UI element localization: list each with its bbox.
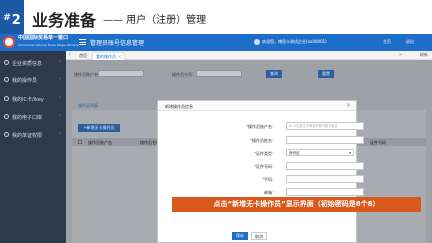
sidebar-item-label: 我的单证权限 xyxy=(12,133,43,139)
field-label: 操作员姓名： xyxy=(252,138,276,143)
card-icon xyxy=(4,96,9,101)
id-number-input[interactable] xyxy=(286,162,364,170)
operator-name-label: *操作员姓名： xyxy=(158,138,276,144)
add-operator-modal: 新增操作员信息 × *操作员账户名： 6-15位英文字母或字母与数字组合 *操作… xyxy=(157,100,364,243)
tab-bar: « 首页 我的操作员 × » 刷新 xyxy=(66,51,432,62)
sidebar-item-eport[interactable]: 我的电子口岸 ‹ xyxy=(0,109,66,124)
add-operator-button[interactable]: +新增无卡操作员 xyxy=(78,124,120,132)
app-topbar: 中国国际贸易单一窗口 China International Trade Sin… xyxy=(0,34,432,51)
reset-button[interactable]: 重置 xyxy=(318,70,334,78)
account-name-label: *操作员账户名： xyxy=(158,124,276,130)
mobile-label: *手机： xyxy=(158,177,276,183)
sidebar-item-label: 我的操作员 xyxy=(12,78,38,84)
user-icon xyxy=(4,77,9,82)
sidebar-item-label: 我的电子口岸 xyxy=(12,115,43,121)
column-header-account: 操作员账户名 xyxy=(88,140,112,145)
sidebar-item-qualification[interactable]: 企业资质信息 ‹ xyxy=(0,55,66,70)
field-label: 手机： xyxy=(264,177,276,182)
close-icon[interactable]: × xyxy=(346,102,351,109)
save-button[interactable]: 保存 xyxy=(232,232,248,240)
email-input[interactable] xyxy=(286,188,364,196)
field-label: 证件类型： xyxy=(256,151,276,156)
chevron-right-icon: ‹ xyxy=(59,76,61,82)
slide-number-badge: # 2 xyxy=(0,0,24,34)
field-label: 证件号码： xyxy=(256,164,276,169)
slide-title: 业务准备 xyxy=(32,11,97,30)
tab-label: 我的操作员 xyxy=(96,54,116,59)
operator-list-title: 操作员列表 xyxy=(78,103,98,108)
sidebar-item-label: 企业资质信息 xyxy=(12,61,43,67)
sidebar: 企业资质信息 ‹ 我的操作员 ‹ 我的IC卡/Ikey ‹ 我的电子口岸 ‹ 我… xyxy=(0,51,66,243)
id-type-value: 身份证 xyxy=(289,151,300,155)
exit-link[interactable]: 退出 xyxy=(406,39,414,45)
operator-name-filter-input[interactable] xyxy=(98,70,144,77)
sidebar-item-ic-card[interactable]: 我的IC卡/Ikey ‹ xyxy=(0,91,66,106)
chevron-down-icon: ▾ xyxy=(348,150,351,155)
chevron-right-icon: ‹ xyxy=(59,113,61,119)
column-header-id-number: 证件号码 xyxy=(370,140,386,145)
slide-hash: # xyxy=(3,13,11,23)
app-logo-icon xyxy=(3,36,15,48)
user-avatar-icon xyxy=(254,39,260,45)
menu-toggle-icon[interactable] xyxy=(79,39,86,45)
chevron-right-icon: ‹ xyxy=(59,59,61,65)
operator-id-filter-input[interactable] xyxy=(196,70,242,77)
slide-number: 2 xyxy=(11,13,21,28)
home-link[interactable]: 主页 xyxy=(383,39,391,45)
sidebar-item-label: 我的IC卡/Ikey xyxy=(12,97,44,103)
operator-name-input[interactable] xyxy=(286,136,364,144)
account-name-input[interactable]: 6-15位英文字母或字母与数字组合 xyxy=(286,122,364,130)
refresh-button[interactable]: 刷新 xyxy=(420,52,428,58)
query-button[interactable]: 查询 xyxy=(266,70,282,78)
modal-title: 新增操作员信息 xyxy=(165,104,193,109)
id-type-select[interactable]: 身份证 ▾ xyxy=(286,149,354,156)
chevron-right-icon: ‹ xyxy=(59,131,61,137)
tab-scroll-right-icon[interactable]: » xyxy=(399,52,402,58)
select-all-checkbox[interactable] xyxy=(78,140,82,144)
field-label: 操作员账户名： xyxy=(248,124,276,129)
tab-home[interactable]: 首页 xyxy=(76,52,90,60)
id-type-label: *证件类型： xyxy=(158,151,276,157)
cancel-button[interactable]: 取消 xyxy=(251,232,267,240)
system-title: 管理员账号信息管理 xyxy=(90,40,145,47)
slide-subtitle: —— 用户（注册）管理 xyxy=(103,15,207,26)
chevron-right-icon: ‹ xyxy=(59,95,61,101)
id-number-label: *证件号码： xyxy=(158,164,276,170)
key-icon xyxy=(4,132,9,137)
app-name-en: China International Trade Single Window xyxy=(18,43,79,47)
sidebar-item-operators[interactable]: 我的操作员 ‹ xyxy=(0,72,66,87)
mobile-input[interactable] xyxy=(286,175,364,183)
modal-header: 新增操作员信息 × xyxy=(158,101,356,111)
building-icon xyxy=(4,60,9,65)
user-info: 欢迎您，博思卡测试企业(aa00001) xyxy=(262,39,327,44)
slide-header: # 2 业务准备 —— 用户（注册）管理 xyxy=(0,0,432,34)
shield-icon xyxy=(4,114,9,119)
email-label: 邮箱： xyxy=(264,190,276,195)
close-icon[interactable]: × xyxy=(118,54,121,59)
app-name: 中国国际贸易单一窗口 xyxy=(18,35,69,41)
tab-scroll-left-icon[interactable]: « xyxy=(68,52,71,58)
sidebar-item-permissions[interactable]: 我的单证权限 ‹ xyxy=(0,127,66,142)
operator-id-filter-label: 操作员卡号： xyxy=(172,72,196,77)
instruction-caption: 点击“新增无卡操作员”显示界面（初始密码是8个8） xyxy=(172,197,421,212)
